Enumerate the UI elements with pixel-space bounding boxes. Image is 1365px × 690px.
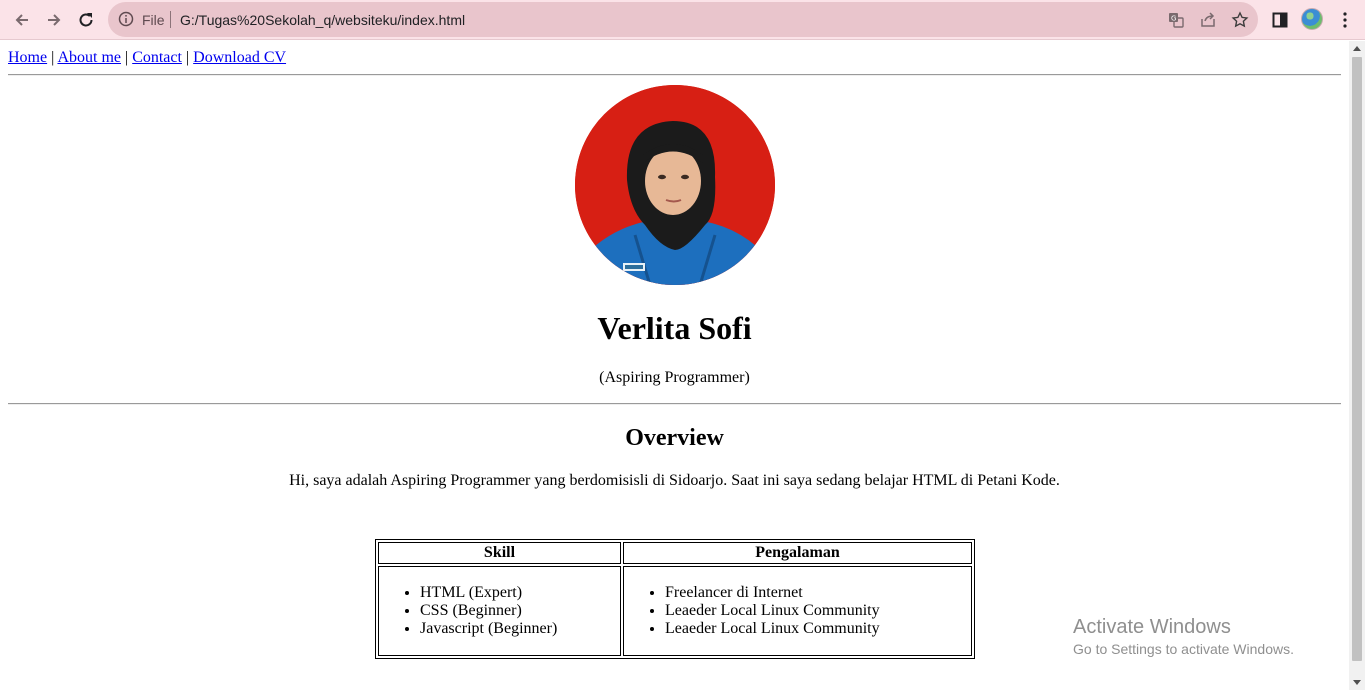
list-item: Leaeder Local Linux Community [665, 602, 970, 620]
list-item: Leaeder Local Linux Community [665, 620, 970, 638]
side-panel-icon [1272, 12, 1288, 28]
experience-list: Freelancer di Internet Leaeder Local Lin… [625, 584, 970, 638]
table-header-row: Skill Pengalaman [378, 542, 972, 564]
overview-text: Hi, saya adalah Aspiring Programmer yang… [289, 472, 1060, 489]
address-bar[interactable]: File G:/Tugas%20Sekolah_q/websiteku/inde… [108, 2, 1258, 37]
list-item: HTML (Expert) [420, 584, 619, 602]
profile-role: (Aspiring Programmer) [599, 369, 750, 386]
list-item: Javascript (Beginner) [420, 620, 619, 638]
menu-kebab-icon [1343, 12, 1347, 28]
info-icon[interactable] [118, 11, 134, 27]
skills-table: Skill Pengalaman HTML (Expert) CSS (Begi… [375, 539, 975, 659]
profile-name: Verlita Sofi [597, 310, 752, 346]
page-viewport: Home | About me | Contact | Download CV [0, 41, 1349, 690]
menu-button[interactable] [1330, 5, 1360, 35]
header-skill: Skill [378, 542, 621, 564]
list-item: Freelancer di Internet [665, 584, 970, 602]
skills-cell: HTML (Expert) CSS (Beginner) Javascript … [378, 566, 621, 656]
profile-photo-illustration [575, 85, 775, 285]
scroll-down-arrow-icon[interactable] [1353, 680, 1361, 685]
forward-icon [48, 14, 61, 26]
nav-separator: | [51, 49, 55, 66]
nav-separator: | [185, 49, 190, 66]
omnibox-divider [170, 11, 171, 28]
nav-link-home[interactable]: Home [8, 49, 47, 66]
translate-icon[interactable]: G [1167, 11, 1185, 29]
scroll-up-arrow-icon[interactable] [1353, 46, 1361, 51]
list-item: CSS (Beginner) [420, 602, 619, 620]
profile-avatar[interactable] [1301, 8, 1323, 30]
vertical-scrollbar[interactable] [1349, 41, 1365, 690]
reload-button[interactable] [71, 5, 101, 35]
scheme-label: File [142, 12, 165, 28]
profile-photo [575, 85, 775, 285]
side-panel-button[interactable] [1265, 5, 1295, 35]
top-nav: Home | About me | Contact | Download CV [8, 49, 286, 67]
skills-list: HTML (Expert) CSS (Beginner) Javascript … [380, 584, 619, 638]
browser-toolbar: File G:/Tugas%20Sekolah_q/websiteku/inde… [0, 0, 1365, 40]
forward-button[interactable] [39, 5, 69, 35]
back-icon [15, 14, 28, 26]
divider-middle [8, 403, 1341, 405]
experience-cell: Freelancer di Internet Leaeder Local Lin… [623, 566, 972, 656]
header-experience: Pengalaman [623, 542, 972, 564]
table-row: HTML (Expert) CSS (Beginner) Javascript … [378, 566, 972, 656]
overview-heading: Overview [625, 425, 724, 451]
svg-text:G: G [1171, 15, 1176, 23]
watermark-subtitle: Go to Settings to activate Windows. [1073, 641, 1294, 657]
nav-link-download-cv[interactable]: Download CV [193, 49, 286, 66]
scrollbar-thumb[interactable] [1352, 57, 1362, 661]
watermark-title: Activate Windows [1073, 616, 1231, 638]
reload-icon [79, 13, 93, 27]
url-text[interactable]: G:/Tugas%20Sekolah_q/websiteku/index.htm… [180, 11, 465, 29]
back-button[interactable] [7, 5, 37, 35]
share-icon[interactable] [1199, 11, 1217, 29]
nav-link-about[interactable]: About me [57, 49, 121, 66]
nav-separator: | [124, 49, 129, 66]
windows-activation-watermark: Activate Windows Go to Settings to activ… [1073, 615, 1294, 658]
bookmark-star-icon[interactable] [1231, 11, 1249, 29]
divider-top [8, 74, 1341, 76]
nav-link-contact[interactable]: Contact [132, 49, 182, 66]
